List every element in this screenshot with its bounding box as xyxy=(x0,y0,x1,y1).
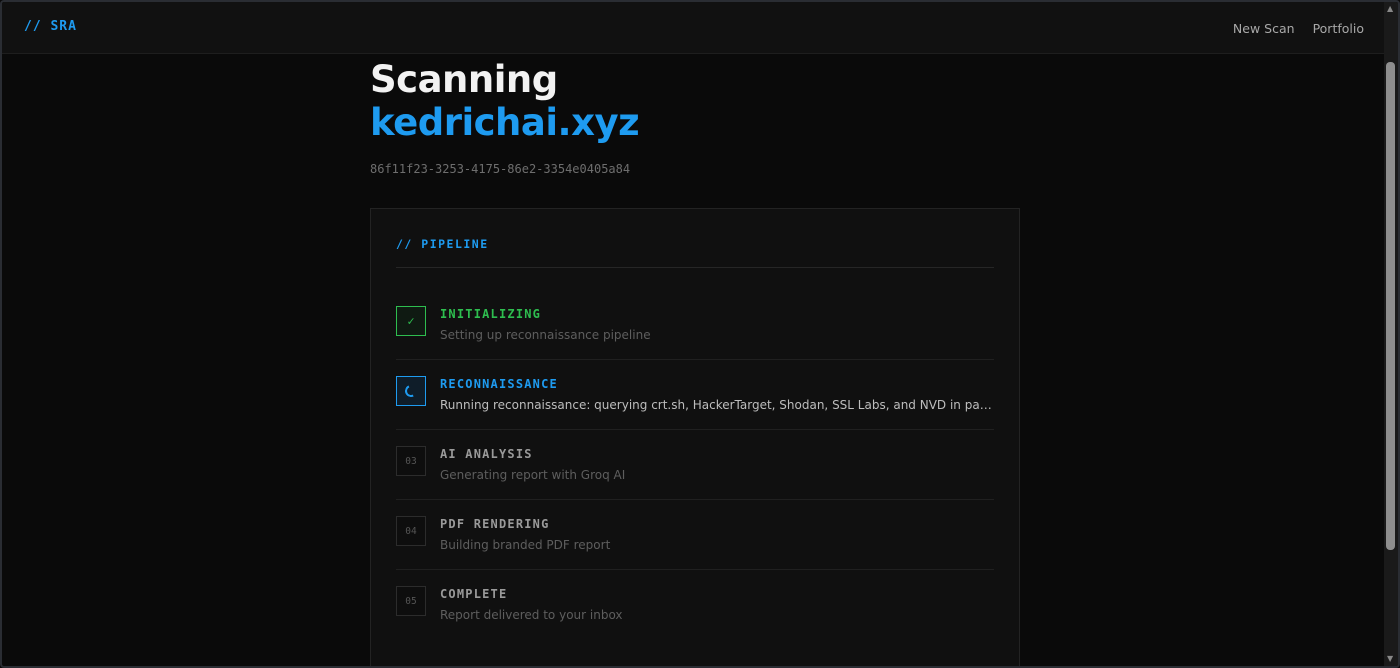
step-label: PDF RENDERING xyxy=(440,517,550,531)
step-description: Running reconnaissance: querying crt.sh,… xyxy=(440,398,994,412)
nav-link-new-scan[interactable]: New Scan xyxy=(1233,21,1295,36)
check-icon: ✓ xyxy=(396,306,426,336)
step-description: Generating report with Groq AI xyxy=(440,468,626,482)
nav-links: New Scan Portfolio xyxy=(1233,21,1364,36)
step-label: INITIALIZING xyxy=(440,307,542,321)
app-window: // SRA New Scan Portfolio ▲ ▼ Scanning k… xyxy=(0,0,1400,668)
pipeline-step-reconnaissance: RECONNAISSANCE Running reconnaissance: q… xyxy=(396,360,994,430)
scroll-down-arrow-icon[interactable]: ▼ xyxy=(1387,655,1393,663)
vertical-scrollbar[interactable]: ▲ ▼ xyxy=(1384,2,1398,666)
step-number: 03 xyxy=(396,446,426,476)
step-label: RECONNAISSANCE xyxy=(440,377,558,391)
divider xyxy=(396,267,994,268)
scan-domain: kedrichai.xyz xyxy=(370,101,640,144)
pipeline-step-initializing: ✓ INITIALIZING Setting up reconnaissance… xyxy=(396,290,994,360)
pipeline-step-complete: 05 COMPLETE Report delivered to your inb… xyxy=(396,570,994,640)
step-label: AI ANALYSIS xyxy=(440,447,533,461)
step-number: 04 xyxy=(396,516,426,546)
nav-link-portfolio[interactable]: Portfolio xyxy=(1313,21,1364,36)
step-number: 05 xyxy=(396,586,426,616)
page-title: Scanning xyxy=(370,58,558,101)
step-description: Setting up reconnaissance pipeline xyxy=(440,328,651,342)
top-navbar: // SRA New Scan Portfolio xyxy=(2,2,1386,54)
step-marker xyxy=(396,376,426,406)
pipeline-title: // PIPELINE xyxy=(396,237,489,251)
pipeline-step-pdf-rendering: 04 PDF RENDERING Building branded PDF re… xyxy=(396,500,994,570)
scroll-up-arrow-icon[interactable]: ▲ xyxy=(1387,5,1393,13)
step-label: COMPLETE xyxy=(440,587,508,601)
scrollbar-thumb[interactable] xyxy=(1386,62,1395,550)
pipeline-step-ai-analysis: 03 AI ANALYSIS Generating report with Gr… xyxy=(396,430,994,500)
pipeline-card: // PIPELINE ✓ INITIALIZING Setting up re… xyxy=(370,208,1020,666)
step-description: Building branded PDF report xyxy=(440,538,611,552)
scan-header: Scanning kedrichai.xyz 86f11f23-3253-417… xyxy=(370,58,1020,176)
scan-id: 86f11f23-3253-4175-86e2-3354e0405a84 xyxy=(370,162,631,176)
step-description: Report delivered to your inbox xyxy=(440,608,623,622)
spinner-icon xyxy=(403,383,419,399)
brand-logo[interactable]: // SRA xyxy=(24,19,77,34)
